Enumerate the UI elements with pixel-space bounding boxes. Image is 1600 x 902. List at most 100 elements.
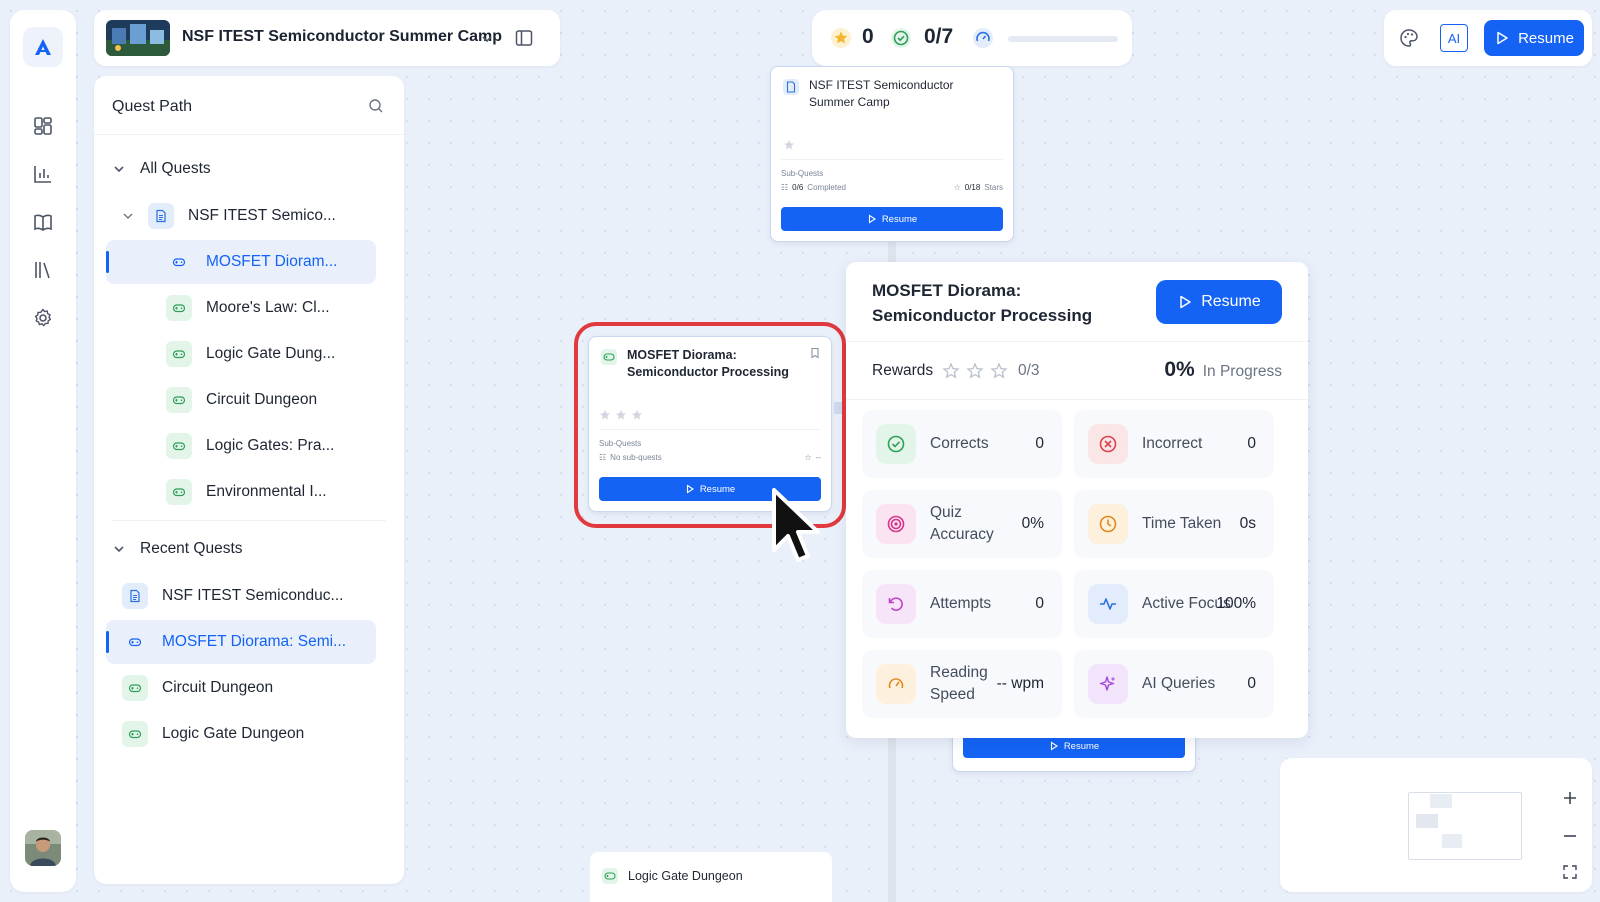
- node-resume-label: Resume: [881, 213, 918, 225]
- node-title: Logic Gate Dungeon: [628, 869, 743, 883]
- all-quests-label: All Quests: [140, 160, 211, 177]
- stat-label: Attempts: [930, 595, 992, 612]
- completed-value: 0/6: [792, 183, 804, 192]
- sidebar-item-quest[interactable]: Logic Gates: Pra...: [106, 424, 376, 468]
- play-icon: [868, 214, 876, 224]
- stat-tile: Quiz Accuracy 0%: [862, 490, 1062, 558]
- gamepad-icon: [602, 868, 618, 884]
- settings-icon[interactable]: [29, 304, 57, 332]
- no-subquests-label: No sub-quests: [610, 453, 662, 462]
- stat-label: AI Queries: [1142, 675, 1216, 692]
- subquest-count: ☷ 0/6 Completed: [781, 183, 846, 192]
- sidebar-item-quest[interactable]: Circuit Dungeon: [106, 378, 376, 422]
- stat-value: 0: [1035, 595, 1044, 612]
- stat-label: Corrects: [930, 435, 989, 452]
- analytics-icon[interactable]: [29, 160, 57, 188]
- star-icon: [632, 410, 642, 420]
- node-stars: ☆ --: [805, 453, 822, 462]
- node-resume-button[interactable]: Resume: [781, 207, 1003, 231]
- details-header: MOSFET Diorama: Semiconductor Processing…: [846, 262, 1308, 342]
- progress-stats: 0 0/7: [812, 10, 1132, 66]
- sidebar-item-quest[interactable]: Logic Gate Dung...: [106, 332, 376, 376]
- ai-button[interactable]: AI: [1440, 24, 1468, 52]
- sidebar-item-recent[interactable]: NSF ITEST Semiconduc...: [106, 574, 376, 618]
- gamepad-icon: [122, 721, 148, 747]
- stat-tile: Time Taken 0s: [1074, 490, 1274, 558]
- play-icon: [1180, 295, 1191, 309]
- minimap-node: [1442, 834, 1462, 848]
- sidebar-item-quest[interactable]: Moore's Law: Cl...: [106, 286, 376, 330]
- sidebar-item-quest[interactable]: MOSFET Dioram...: [106, 240, 376, 284]
- document-icon: [783, 79, 799, 95]
- zoom-in-icon[interactable]: [1550, 780, 1590, 816]
- minimap[interactable]: [1280, 758, 1592, 892]
- root-quest-node[interactable]: NSF ITEST Semiconductor Summer Camp Sub-…: [770, 66, 1014, 242]
- subquests-label: Sub-Quests: [599, 439, 642, 448]
- progress-summary: 0% In Progress: [1164, 358, 1282, 382]
- gamepad-icon: [166, 433, 192, 459]
- star-outline-icon: [966, 362, 984, 379]
- play-icon: [1497, 31, 1508, 45]
- node-resume-label: Resume: [699, 483, 736, 495]
- top-resume-button[interactable]: Resume: [1484, 20, 1584, 56]
- play-icon: [686, 484, 694, 494]
- stat-label: Quiz Accuracy: [930, 504, 994, 543]
- sidebar-item-parent[interactable]: NSF ITEST Semico...: [122, 194, 336, 238]
- panel-title: Quest Path: [112, 98, 193, 115]
- chevron-down-icon[interactable]: [480, 32, 494, 46]
- sidebar-item-label: Circuit Dungeon: [206, 391, 318, 408]
- ai-label: AI: [1447, 30, 1461, 46]
- sidebar-item-recent[interactable]: Logic Gate Dungeon: [106, 712, 376, 756]
- bookmark-icon[interactable]: [809, 347, 821, 359]
- stat-value: 0%: [1021, 515, 1044, 532]
- stat-value: 100%: [1216, 595, 1256, 612]
- logo-icon: [35, 39, 51, 55]
- connector-line: [888, 738, 896, 902]
- stat-tile: Attempts 0: [862, 570, 1062, 638]
- star-outline-icon: ☆: [804, 453, 812, 462]
- stat-value: 0: [1035, 435, 1044, 452]
- app-logo[interactable]: [23, 27, 63, 67]
- all-quests-toggle[interactable]: All Quests: [112, 160, 211, 178]
- library-icon[interactable]: [29, 256, 57, 284]
- quest-title[interactable]: NSF ITEST Semiconductor Summer Camp: [182, 28, 502, 46]
- gamepad-icon: [601, 349, 617, 365]
- dashboard-icon[interactable]: [29, 112, 57, 140]
- stat-tile: Active Focus 100%: [1074, 570, 1274, 638]
- progress-percent: 0%: [1164, 358, 1195, 381]
- zoom-out-icon[interactable]: [1550, 818, 1590, 854]
- search-icon[interactable]: [368, 98, 384, 114]
- sidebar-item-label: Circuit Dungeon: [162, 679, 274, 696]
- star-outline-icon: [990, 362, 1008, 379]
- overall-progress-bar: [1008, 36, 1118, 42]
- fit-view-icon[interactable]: [1550, 854, 1590, 890]
- user-avatar[interactable]: [25, 830, 61, 866]
- sidebar-item-label: MOSFET Diorama: Semi...: [162, 633, 347, 650]
- document-icon: [148, 203, 174, 229]
- document-icon: [122, 583, 148, 609]
- book-icon[interactable]: [29, 208, 57, 236]
- stat-value: 0s: [1239, 515, 1256, 532]
- sidebar-item-recent[interactable]: MOSFET Diorama: Semi...: [106, 620, 376, 664]
- sidebar-toggle-icon[interactable]: [514, 28, 534, 48]
- gauge-icon: [972, 27, 994, 49]
- sidebar-item-quest[interactable]: Environmental I...: [106, 470, 376, 514]
- recent-quests-toggle[interactable]: Recent Quests: [112, 540, 243, 558]
- minimap-node: [1430, 794, 1452, 808]
- sidebar-item-recent[interactable]: Circuit Dungeon: [106, 666, 376, 710]
- stat-tile: Corrects 0: [862, 410, 1062, 478]
- bottom-quest-node[interactable]: Logic Gate Dungeon: [590, 852, 832, 902]
- clock-icon: [1088, 504, 1128, 544]
- zoom-controls: [1550, 780, 1590, 890]
- rewards-row: Rewards 0/3 0% In Progress: [846, 342, 1308, 400]
- divider: [94, 134, 404, 135]
- pulse-icon: [1088, 584, 1128, 624]
- details-resume-button[interactable]: Resume: [1156, 280, 1282, 324]
- gamepad-icon: [166, 295, 192, 321]
- quest-path-panel: Quest Path All Quests NSF ITEST Semico..…: [94, 76, 404, 884]
- rewards-label: Rewards: [872, 362, 934, 379]
- star-outline-icon: ☆: [953, 183, 961, 192]
- top-resume-label: Resume: [1518, 29, 1574, 47]
- palette-icon[interactable]: [1398, 27, 1420, 49]
- gamepad-icon: [166, 479, 192, 505]
